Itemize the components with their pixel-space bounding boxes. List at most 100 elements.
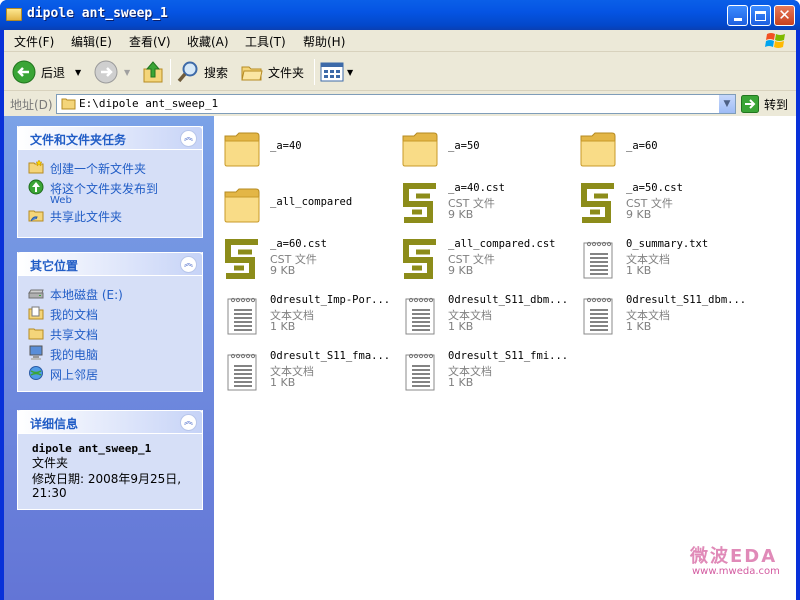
share-folder-icon bbox=[28, 210, 44, 222]
file-size: 1 KB bbox=[270, 376, 296, 389]
file-item[interactable]: 0dresult_S11_dbm... 文本文档 1 KB bbox=[570, 290, 750, 342]
back-label: 后退 bbox=[41, 65, 66, 80]
file-size: 1 KB bbox=[626, 264, 652, 277]
explorer-window: dipole ant_sweep_1 ✕ 文件(F) 编辑(E) 查看(V) 收… bbox=[0, 0, 800, 600]
network-places-link[interactable]: 网上邻居 bbox=[28, 364, 202, 384]
details-modified-time: 21:30 bbox=[32, 486, 67, 500]
folder-item[interactable]: _a=40 bbox=[214, 122, 394, 174]
file-name: 0dresult_Imp-Por... bbox=[270, 294, 391, 306]
shared-documents-icon bbox=[28, 328, 44, 340]
file-item[interactable]: _a=50.cst CST 文件 9 KB bbox=[570, 178, 750, 230]
file-size: 1 KB bbox=[270, 320, 296, 333]
file-size: 9 KB bbox=[626, 208, 652, 221]
file-item[interactable]: _a=60.cst CST 文件 9 KB bbox=[214, 234, 394, 286]
file-item[interactable]: 0_summary.txt 文本文档 1 KB bbox=[570, 234, 750, 286]
file-name: _a=40 bbox=[270, 140, 302, 152]
menu-favorites[interactable]: 收藏(A) bbox=[187, 33, 229, 50]
address-input[interactable]: E:\dipole ant_sweep_1 ▼ bbox=[56, 94, 736, 114]
folder-icon bbox=[61, 98, 76, 110]
title-bar[interactable]: dipole ant_sweep_1 ✕ bbox=[0, 0, 800, 30]
file-item[interactable]: 0dresult_Imp-Por... 文本文档 1 KB bbox=[214, 290, 394, 342]
forward-arrow-icon bbox=[94, 60, 118, 84]
close-button[interactable]: ✕ bbox=[774, 5, 795, 26]
file-list-view: _a=40 _a=50 _a=60 _all_compared _a=40.cst CST… bbox=[214, 116, 796, 600]
folder-item[interactable]: _a=60 bbox=[570, 122, 750, 174]
new-folder-icon bbox=[28, 159, 44, 174]
folders-label: 文件夹 bbox=[268, 65, 305, 80]
other-places-title: 其它位置 bbox=[30, 259, 79, 273]
address-label: 地址(D) bbox=[10, 98, 53, 112]
my-documents-link[interactable]: 我的文档 bbox=[28, 304, 202, 324]
up-button[interactable] bbox=[142, 57, 164, 87]
file-name: 0dresult_S11_fmi... bbox=[448, 350, 569, 362]
folder-icon bbox=[402, 132, 438, 167]
toolbar-separator bbox=[170, 59, 171, 85]
forward-button[interactable]: ▼ bbox=[94, 57, 130, 87]
tasks-pane-header[interactable]: 文件和文件夹任务 ︽ bbox=[17, 126, 203, 150]
tasks-pane: 文件和文件夹任务 ︽ 创建一个新文件夹 将这个文件夹发布到 Web 共享此文件夹 bbox=[17, 126, 203, 238]
other-places-header[interactable]: 其它位置 ︽ bbox=[17, 252, 203, 276]
publish-web-link[interactable]: 将这个文件夹发布到 Web bbox=[28, 178, 202, 206]
address-dropdown-icon[interactable]: ▼ bbox=[718, 95, 735, 113]
local-disk-link[interactable]: 本地磁盘 (E:) bbox=[28, 284, 202, 304]
file-size: 1 KB bbox=[448, 320, 474, 333]
watermark-url: www.mweda.com bbox=[692, 566, 780, 577]
details-title: 详细信息 bbox=[30, 417, 79, 431]
file-size: 9 KB bbox=[448, 208, 474, 221]
menu-help[interactable]: 帮助(H) bbox=[303, 33, 345, 50]
folder-up-icon bbox=[143, 61, 163, 83]
watermark-logo: 微波EDA www.mweda.com bbox=[690, 542, 790, 582]
go-button[interactable]: 转到 bbox=[741, 94, 788, 114]
go-label: 转到 bbox=[764, 97, 789, 112]
task-pane: 文件和文件夹任务 ︽ 创建一个新文件夹 将这个文件夹发布到 Web 共享此文件夹 bbox=[4, 116, 214, 600]
search-label: 搜索 bbox=[204, 65, 229, 80]
text-file-icon bbox=[405, 297, 435, 335]
file-name: _a=50 bbox=[448, 140, 480, 152]
file-name: 0_summary.txt bbox=[626, 238, 709, 250]
details-header[interactable]: 详细信息 ︽ bbox=[17, 410, 203, 434]
views-button[interactable]: ▼ bbox=[320, 57, 353, 87]
folders-button[interactable]: 文件夹 bbox=[240, 57, 304, 87]
menu-tools[interactable]: 工具(T) bbox=[245, 33, 286, 50]
back-button[interactable]: 后退 ▼ bbox=[12, 57, 81, 87]
text-file-icon bbox=[583, 297, 613, 335]
close-icon: ✕ bbox=[778, 6, 791, 24]
details-type: 文件夹 bbox=[32, 456, 69, 470]
file-item[interactable]: _all_compared.cst CST 文件 9 KB bbox=[392, 234, 572, 286]
minimize-button[interactable] bbox=[727, 5, 748, 26]
file-name: 0dresult_S11_fma... bbox=[270, 350, 391, 362]
maximize-icon bbox=[755, 10, 766, 21]
file-item[interactable]: 0dresult_S11_dbm... 文本文档 1 KB bbox=[392, 290, 572, 342]
file-item[interactable]: _a=40.cst CST 文件 9 KB bbox=[392, 178, 572, 230]
views-dropdown-icon: ▼ bbox=[347, 67, 354, 77]
menu-view[interactable]: 查看(V) bbox=[129, 33, 171, 50]
new-folder-link[interactable]: 创建一个新文件夹 bbox=[28, 158, 202, 178]
file-size: 9 KB bbox=[270, 264, 296, 277]
menu-file[interactable]: 文件(F) bbox=[14, 33, 54, 50]
collapse-chevron-icon[interactable]: ︽ bbox=[180, 130, 197, 147]
folder-item[interactable]: _a=50 bbox=[392, 122, 572, 174]
collapse-chevron-icon[interactable]: ︽ bbox=[180, 414, 197, 431]
search-button[interactable]: 搜索 bbox=[176, 57, 228, 87]
file-item[interactable]: 0dresult_S11_fmi... 文本文档 1 KB bbox=[392, 346, 572, 398]
maximize-button[interactable] bbox=[750, 5, 771, 26]
menu-bar: 文件(F) 编辑(E) 查看(V) 收藏(A) 工具(T) 帮助(H) bbox=[4, 30, 796, 52]
my-computer-icon bbox=[29, 345, 43, 360]
tasks-pane-title: 文件和文件夹任务 bbox=[30, 133, 127, 147]
text-file-icon bbox=[227, 353, 257, 391]
hard-drive-icon bbox=[28, 289, 44, 299]
collapse-chevron-icon[interactable]: ︽ bbox=[180, 256, 197, 273]
menu-edit[interactable]: 编辑(E) bbox=[71, 33, 112, 50]
back-dropdown-icon[interactable]: ▼ bbox=[75, 68, 81, 77]
file-item[interactable]: 0dresult_S11_fma... 文本文档 1 KB bbox=[214, 346, 394, 398]
share-folder-link[interactable]: 共享此文件夹 bbox=[28, 206, 202, 226]
text-file-icon bbox=[583, 241, 613, 279]
folder-item[interactable]: _all_compared bbox=[214, 178, 394, 230]
folders-icon bbox=[241, 66, 263, 81]
folder-icon bbox=[224, 188, 260, 223]
shared-documents-link[interactable]: 共享文档 bbox=[28, 324, 202, 344]
my-computer-link[interactable]: 我的电脑 bbox=[28, 344, 202, 364]
file-name: _a=60.cst bbox=[270, 238, 327, 250]
network-places-icon bbox=[29, 366, 43, 380]
minimize-icon bbox=[733, 18, 742, 21]
